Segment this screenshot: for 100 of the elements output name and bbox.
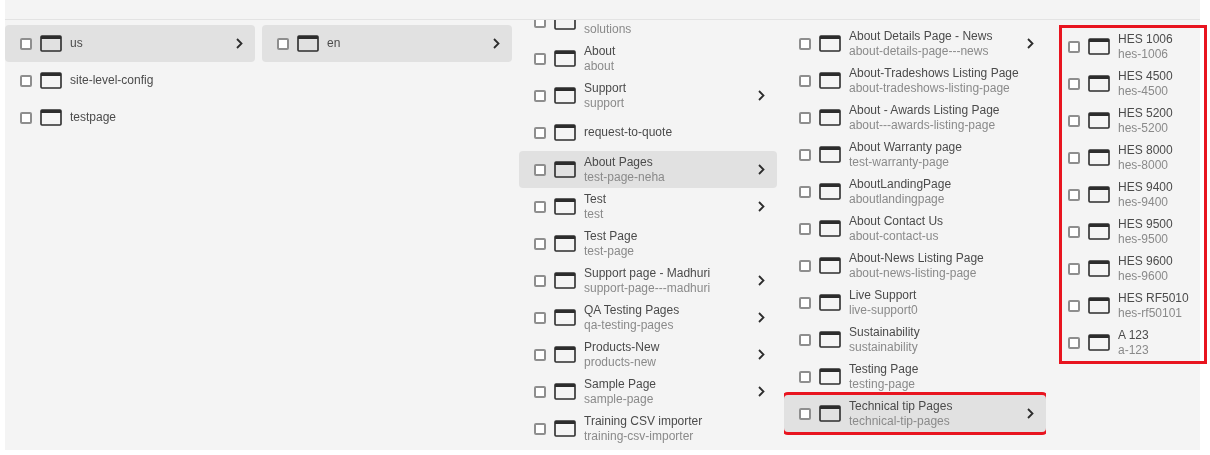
page-title: testpage (70, 110, 117, 125)
page-row[interactable]: Technical tip Pages technical-tip-pages (784, 395, 1046, 432)
page-row[interactable]: HES 9500 hes-9500 (1062, 213, 1204, 250)
page-path: support (584, 95, 626, 111)
page-row[interactable]: HES 8000 hes-8000 (1062, 139, 1204, 176)
checkbox[interactable] (534, 385, 546, 398)
page-icon (819, 72, 841, 89)
page-path: about-contact-us (849, 228, 940, 244)
page-row[interactable]: us (5, 25, 255, 62)
checkbox[interactable] (799, 333, 811, 346)
page-row[interactable]: About-News Listing Page about-news-listing-page (784, 247, 1046, 284)
page-row[interactable]: About-Tradeshows Listing Page about-tradeshows-listing-page (784, 62, 1046, 99)
checkbox[interactable] (799, 259, 811, 272)
page-row[interactable]: Test Page test-page (519, 225, 777, 262)
page-title: Support page - Madhuri (584, 265, 711, 281)
checkbox[interactable] (534, 422, 546, 435)
chevron-right-icon (1027, 38, 1034, 49)
page-icon (819, 109, 841, 126)
checkbox[interactable] (534, 311, 546, 324)
page-icon (1088, 75, 1110, 92)
page-row[interactable]: HES 4500 hes-4500 (1062, 65, 1204, 102)
page-path: sustainability (849, 339, 919, 355)
page-row[interactable]: HES 9400 hes-9400 (1062, 176, 1204, 213)
page-row[interactable]: testpage (5, 99, 255, 136)
page-row[interactable]: Testing Page testing-page (784, 358, 1046, 395)
page-row[interactable]: en (262, 25, 512, 62)
page-row[interactable]: HES 5200 hes-5200 (1062, 102, 1204, 139)
page-icon (1088, 297, 1110, 314)
checkbox[interactable] (534, 237, 546, 250)
checkbox[interactable] (799, 370, 811, 383)
page-path: hes-8000 (1118, 157, 1170, 173)
checkbox[interactable] (799, 185, 811, 198)
page-icon (554, 50, 576, 67)
page-row[interactable]: HES RF5010 hes-rf50101 (1062, 287, 1204, 324)
page-row[interactable]: About Details Page - News about-details-page---news (784, 25, 1046, 62)
page-row[interactable]: Sustainability sustainability (784, 321, 1046, 358)
page-path: training-csv-importer (584, 428, 695, 444)
page-icon (1088, 260, 1110, 277)
page-row[interactable]: request-to-quote (519, 114, 777, 151)
checkbox[interactable] (534, 163, 546, 176)
checkbox[interactable] (1068, 225, 1080, 238)
checkbox[interactable] (1068, 77, 1080, 90)
page-row[interactable]: About Contact Us about-contact-us (784, 210, 1046, 247)
checkbox[interactable] (1068, 188, 1080, 201)
page-icon (554, 198, 576, 215)
page-icon (819, 146, 841, 163)
page-row[interactable]: QA Testing Pages qa-testing-pages (519, 299, 777, 336)
page-row[interactable]: About Warranty page test-warranty-page (784, 136, 1046, 173)
checkbox[interactable] (534, 89, 546, 102)
page-icon (554, 124, 576, 141)
page-icon (819, 257, 841, 274)
checkbox[interactable] (799, 407, 811, 420)
checkbox[interactable] (534, 274, 546, 287)
checkbox[interactable] (20, 74, 32, 87)
checkbox[interactable] (534, 126, 546, 139)
checkbox[interactable] (1068, 40, 1080, 53)
page-path: testing-page (849, 376, 917, 392)
page-path: hes-9400 (1118, 194, 1170, 210)
checkbox[interactable] (1068, 114, 1080, 127)
page-row[interactable]: HES 9600 hes-9600 (1062, 250, 1204, 287)
checkbox[interactable] (534, 52, 546, 65)
page-row[interactable]: AboutLandingPage aboutlandingpage (784, 173, 1046, 210)
page-row[interactable]: HES 1006 hes-1006 (1062, 28, 1204, 65)
page-row[interactable]: Support support (519, 77, 777, 114)
checkbox[interactable] (799, 37, 811, 50)
checkbox[interactable] (799, 222, 811, 235)
checkbox[interactable] (799, 111, 811, 124)
page-row[interactable]: About about (519, 40, 777, 77)
page-row[interactable]: site-level-config (5, 62, 255, 99)
checkbox[interactable] (1068, 262, 1080, 275)
page-row[interactable]: Support page - Madhuri support-page---madhuri (519, 262, 777, 299)
page-path: live-support0 (849, 302, 918, 318)
page-row[interactable]: Products-New products-new (519, 336, 777, 373)
checkbox[interactable] (1068, 336, 1080, 349)
page-title: AboutLandingPage (849, 176, 952, 192)
page-path: about-details-page---news (849, 43, 990, 59)
page-row[interactable]: Sample Page sample-page (519, 373, 777, 410)
page-row[interactable]: Live Support live-support0 (784, 284, 1046, 321)
checkbox[interactable] (1068, 299, 1080, 312)
page-icon (40, 35, 62, 52)
page-title: site-level-config (70, 73, 154, 88)
page-icon (554, 235, 576, 252)
checkbox[interactable] (1068, 151, 1080, 164)
page-path: test-page (584, 243, 636, 259)
checkbox[interactable] (534, 348, 546, 361)
page-icon (1088, 334, 1110, 351)
page-row[interactable]: About - Awards Listing Page about---awards-listing-page (784, 99, 1046, 136)
page-row[interactable]: Test test (519, 188, 777, 225)
checkbox[interactable] (20, 111, 32, 124)
checkbox[interactable] (277, 37, 289, 50)
checkbox[interactable] (799, 148, 811, 161)
checkbox[interactable] (799, 296, 811, 309)
checkbox[interactable] (20, 37, 32, 50)
page-row[interactable]: About Pages test-page-neha (519, 151, 777, 188)
page-row[interactable]: Training CSV importer training-csv-importer (519, 410, 777, 447)
page-icon (1088, 149, 1110, 166)
chevron-right-icon (758, 312, 765, 323)
checkbox[interactable] (799, 74, 811, 87)
checkbox[interactable] (534, 200, 546, 213)
page-row[interactable]: A 123 a-123 (1062, 324, 1204, 361)
